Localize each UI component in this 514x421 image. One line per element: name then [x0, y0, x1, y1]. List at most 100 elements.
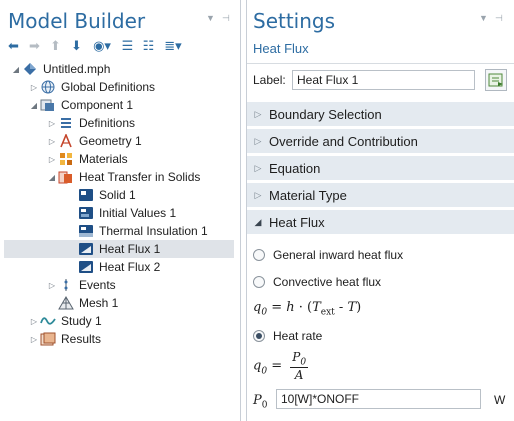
- list-settings-icon[interactable]: ≣▾: [162, 38, 184, 54]
- arrow-up-icon[interactable]: ⬆: [48, 38, 63, 54]
- section-boundary-selection[interactable]: ▷ Boundary Selection: [247, 102, 514, 127]
- option-label: Convective heat flux: [273, 275, 382, 289]
- expand-arrow-icon[interactable]: ▷: [46, 155, 58, 164]
- reset-label-button[interactable]: [485, 69, 507, 91]
- tree-node-mesh[interactable]: Mesh 1: [58, 294, 118, 312]
- tree-label: Thermal Insulation 1: [99, 224, 208, 238]
- results-icon: [40, 332, 56, 346]
- arrow-left-icon[interactable]: ⬅: [6, 38, 21, 54]
- mesh-icon: [58, 296, 74, 310]
- expand-arrow-icon: ▷: [254, 108, 262, 119]
- section-title: Override and Contribution: [269, 133, 418, 149]
- tree-label: Untitled.mph: [43, 62, 111, 76]
- section-heat-flux[interactable]: ◢ Heat Flux: [247, 210, 514, 235]
- radio-convective[interactable]: [253, 276, 265, 288]
- initial-values-icon: [78, 206, 94, 220]
- heat-rate-equation: q0 = P0 A: [253, 350, 309, 383]
- tree-label: Heat Flux 2: [99, 260, 161, 274]
- p0-symbol: P: [253, 393, 262, 408]
- definitions-icon: [58, 116, 74, 130]
- tree-label: Study 1: [61, 314, 102, 328]
- section-material-type[interactable]: ▷ Material Type: [247, 183, 514, 208]
- settings-title: Settings: [253, 9, 336, 33]
- section-title: Equation: [269, 160, 321, 176]
- label-input[interactable]: [292, 70, 475, 90]
- expand-arrow-icon: ▷: [254, 135, 262, 146]
- tree-node-heat-flux-1[interactable]: Heat Flux 1: [4, 240, 234, 258]
- arrow-right-icon[interactable]: ➡: [27, 38, 42, 54]
- expand-arrow-icon[interactable]: ▷: [46, 281, 58, 290]
- expand-arrow-icon: ▷: [254, 162, 262, 173]
- tree-node-root[interactable]: ◢ Untitled.mph: [10, 60, 110, 78]
- eq-subscript: ext: [320, 307, 335, 318]
- panel-options-icon[interactable]: ▼: [206, 13, 215, 23]
- reset-label-icon: [488, 73, 503, 87]
- tree-node-results[interactable]: ▷ Results: [28, 330, 101, 348]
- geometry-icon: [58, 134, 74, 148]
- eq-symbol: T: [312, 300, 321, 315]
- tree-label: Global Definitions: [61, 80, 156, 94]
- panel-options-icon[interactable]: ▼: [479, 13, 488, 23]
- tree-node-geometry[interactable]: ▷ Geometry 1: [46, 132, 142, 150]
- tree-label: Solid 1: [99, 188, 136, 202]
- option-convective[interactable]: Convective heat flux: [253, 275, 381, 289]
- expand-arrow-icon[interactable]: ▷: [46, 137, 58, 146]
- tree-label: Component 1: [61, 98, 134, 112]
- collapse-arrow-icon[interactable]: ◢: [28, 101, 40, 110]
- tree-node-materials[interactable]: ▷ Materials: [46, 150, 128, 168]
- tree-node-heat-transfer[interactable]: ◢ Heat Transfer in Solids: [46, 168, 200, 186]
- eq-symbol: h: [286, 300, 295, 315]
- materials-icon: [58, 152, 74, 166]
- section-title: Material Type: [269, 187, 347, 203]
- option-general-inward[interactable]: General inward heat flux: [253, 248, 403, 262]
- tree-label: Definitions: [79, 116, 136, 130]
- section-equation[interactable]: ▷ Equation: [247, 156, 514, 181]
- tree-node-study[interactable]: ▷ Study 1: [28, 312, 102, 330]
- expand-arrow-icon[interactable]: ▷: [46, 119, 58, 128]
- tree-label: Heat Transfer in Solids: [79, 170, 201, 184]
- label-caption: Label:: [253, 73, 286, 87]
- solid-icon: [78, 188, 94, 202]
- section-title: Heat Flux: [269, 214, 325, 230]
- tree-label: Results: [61, 332, 102, 346]
- events-icon: [58, 278, 74, 292]
- radio-general-inward[interactable]: [253, 249, 265, 261]
- thermal-insulation-icon: [78, 224, 94, 238]
- tree-node-events[interactable]: ▷ Events: [46, 276, 116, 294]
- pin-icon[interactable]: ⊣: [495, 13, 503, 24]
- expand-arrow-icon[interactable]: ▷: [28, 317, 40, 326]
- expand-arrow-icon: ▷: [254, 189, 262, 200]
- tree-label: Geometry 1: [79, 134, 142, 148]
- collapse-arrow-icon[interactable]: ◢: [10, 65, 22, 74]
- heat-flux-icon: [78, 242, 94, 256]
- tree-label: Events: [79, 278, 116, 292]
- show-icon[interactable]: ◉▾: [90, 38, 114, 54]
- eq-symbol: A: [294, 368, 304, 383]
- tree-node-heat-flux-2[interactable]: Heat Flux 2: [78, 258, 160, 276]
- radio-heat-rate[interactable]: [253, 330, 265, 342]
- collapse-arrow-icon[interactable]: ◢: [46, 173, 58, 182]
- expand-arrow-icon[interactable]: ▷: [28, 83, 40, 92]
- heat-rate-input[interactable]: [276, 389, 481, 409]
- tree-node-solid[interactable]: Solid 1: [78, 186, 136, 204]
- tree-node-global-definitions[interactable]: ▷ Global Definitions: [28, 78, 155, 96]
- arrow-down-icon[interactable]: ⬇: [69, 38, 84, 54]
- option-heat-rate[interactable]: Heat rate: [253, 329, 322, 343]
- expand-sections-icon[interactable]: ☰: [120, 38, 135, 54]
- pin-icon[interactable]: ⊣: [222, 13, 230, 24]
- globe-icon: [40, 80, 56, 94]
- model-builder-title: Model Builder: [8, 9, 146, 33]
- tree-node-initial-values[interactable]: Initial Values 1: [78, 204, 176, 222]
- option-label: General inward heat flux: [273, 248, 404, 262]
- tree-node-thermal-insulation[interactable]: Thermal Insulation 1: [78, 222, 208, 240]
- option-label: Heat rate: [273, 329, 323, 343]
- tree-node-definitions[interactable]: ▷ Definitions: [46, 114, 135, 132]
- tree-label: Initial Values 1: [99, 206, 177, 220]
- tree-node-component[interactable]: ◢ Component 1: [28, 96, 133, 114]
- p0-label: P0: [253, 393, 267, 411]
- p0-subscript: 0: [261, 400, 268, 411]
- expand-arrow-icon[interactable]: ▷: [28, 335, 40, 344]
- eq-subscript: 0: [300, 357, 307, 368]
- section-override-contribution[interactable]: ▷ Override and Contribution: [247, 129, 514, 154]
- collapse-all-icon[interactable]: ☷: [141, 38, 156, 54]
